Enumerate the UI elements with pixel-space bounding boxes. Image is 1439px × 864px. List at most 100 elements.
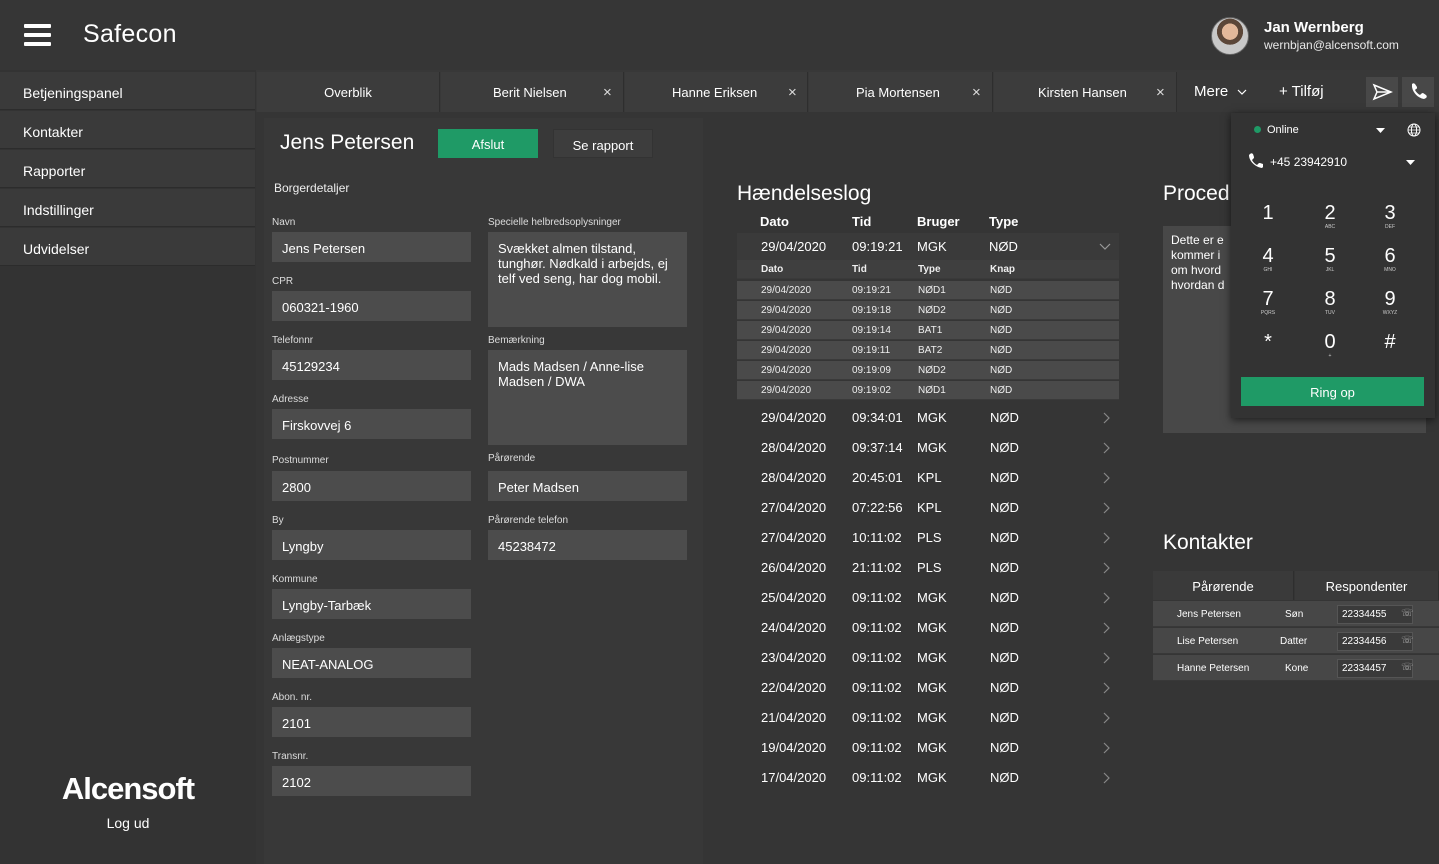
city-field[interactable]: Lyngby [272,530,471,560]
name-field[interactable]: Jens Petersen [272,232,471,262]
close-icon[interactable]: × [788,84,797,101]
dial-key[interactable]: 1 [1248,202,1288,224]
tab-kirsten-hansen[interactable]: Kirsten Hansen × [994,72,1177,112]
field-label: Adresse [272,394,309,405]
send-button[interactable] [1366,77,1398,107]
close-icon[interactable]: × [1156,84,1165,101]
address-field[interactable]: Firskovvej 6 [272,409,471,439]
dial-key[interactable]: 9 WXYZ [1370,288,1410,316]
event-row[interactable]: 21/04/2020 09:11:02 MGK NØD [737,703,1119,732]
sidebar-item-rapporter[interactable]: Rapporter [0,150,255,188]
close-icon[interactable]: × [603,84,612,101]
sidebar-item-kontakter[interactable]: Kontakter [0,111,255,149]
close-icon[interactable]: × [972,84,981,101]
event-row[interactable]: 24/04/2020 09:11:02 MGK NØD [737,613,1119,642]
dial-key[interactable]: 4 GHI [1248,245,1288,273]
dial-key-letters: + [1328,353,1332,359]
column-header-type[interactable]: Type [989,214,1018,229]
tab-hanne-eriksen[interactable]: Hanne Eriksen × [625,72,808,112]
contact-row[interactable]: Jens Petersen Søn 22334455 ☏ [1153,601,1439,627]
tab-overblik[interactable]: Overblik [257,72,440,112]
sidebar-item-betjeningspanel[interactable]: Betjeningspanel [0,72,255,110]
relative-phone-field[interactable]: 45238472 [488,530,687,560]
detail-cell: 29/04/2020 [761,345,812,356]
dial-key[interactable]: 8 TUV [1310,288,1350,316]
tab-label: Pia Mortensen [856,85,940,100]
event-row[interactable]: 27/04/2020 07:22:56 KPL NØD [737,493,1119,522]
dial-key-digit: 6 [1384,245,1396,267]
contact-phone[interactable]: 22334456 ☏ [1337,632,1414,651]
phone-number-select[interactable]: +45 23942910 [1270,155,1347,169]
end-button[interactable]: Afslut [438,129,538,158]
detail-cell: 09:19:09 [852,365,891,376]
dial-key[interactable]: 6 MNO [1370,245,1410,273]
contact-phone[interactable]: 22334457 ☏ [1337,659,1414,678]
dial-key[interactable]: * [1248,331,1288,353]
caret-down-icon[interactable] [1406,160,1415,165]
tab-pia-mortensen[interactable]: Pia Mortensen × [809,72,993,112]
event-row[interactable]: 25/04/2020 09:11:02 MGK NØD [737,583,1119,612]
more-tabs-dropdown[interactable]: Mere [1194,83,1247,100]
dial-key-letters: PQRS [1260,310,1276,316]
event-cell: 09:34:01 [852,410,903,425]
event-row[interactable]: 19/04/2020 09:11:02 MGK NØD [737,733,1119,762]
postcode-field[interactable]: 2800 [272,471,471,501]
tab-berit-nielsen[interactable]: Berit Nielsen × [441,72,624,112]
cpr-field[interactable]: 060321-1960 [272,291,471,321]
tab-responders[interactable]: Respondenter [1295,571,1439,600]
system-type-field[interactable]: NEAT-ANALOG [272,648,471,678]
status-select[interactable]: Online [1267,124,1299,136]
event-row-expanded[interactable]: 29/04/2020 09:19:21 MGK NØD [737,233,1119,262]
event-row[interactable]: 29/04/2020 09:34:01 MGK NØD [737,403,1119,432]
tab-relatives[interactable]: Pårørende [1153,571,1294,600]
detail-header-row: Dato Tid Type Knap [737,260,1119,279]
chevron-right-icon [1103,532,1110,544]
detail-row: 29/04/2020 09:19:18 NØD2 NØD [737,301,1119,320]
event-row[interactable]: 23/04/2020 09:11:02 MGK NØD [737,643,1119,672]
municipality-field[interactable]: Lyngby-Tarbæk [272,589,471,619]
avatar[interactable] [1211,17,1249,55]
caret-down-icon[interactable] [1376,128,1385,133]
contact-row[interactable]: Hanne Petersen Kone 22334457 ☏ [1153,655,1439,681]
phone-button[interactable] [1402,77,1434,107]
health-info-field[interactable]: Svækket almen tilstand, tunghør. Nødkald… [488,232,687,327]
logout-link[interactable]: Log ud [0,815,256,831]
dial-key[interactable]: # [1370,331,1410,353]
field-label: Anlægstype [272,633,325,644]
phone-field[interactable]: 45129234 [272,350,471,380]
remark-field[interactable]: Mads Madsen / Anne-lise Madsen / DWA [488,350,687,445]
event-row[interactable]: 22/04/2020 09:11:02 MGK NØD [737,673,1119,702]
sidebar-item-udvidelser[interactable]: Udvidelser [0,228,255,266]
event-row[interactable]: 26/04/2020 21:11:02 PLS NØD [737,553,1119,582]
contact-row[interactable]: Lise Petersen Datter 22334456 ☏ [1153,628,1439,654]
event-row[interactable]: 27/04/2020 10:11:02 PLS NØD [737,523,1119,552]
contact-phone[interactable]: 22334455 ☏ [1337,605,1414,624]
column-header-date[interactable]: Dato [760,214,789,229]
hamburger-menu-icon[interactable] [24,24,51,46]
dial-key[interactable]: 0 + [1310,331,1350,359]
dial-key[interactable]: 3 DEF [1370,202,1410,230]
call-button[interactable]: Ring op [1241,377,1424,406]
event-row[interactable]: 28/04/2020 09:37:14 MGK NØD [737,433,1119,462]
dial-key[interactable]: 7 PQRS [1248,288,1288,316]
event-cell: NØD [990,500,1019,515]
column-header-time[interactable]: Tid [852,214,871,229]
event-cell: PLS [917,530,942,545]
subscription-number-field[interactable]: 2101 [272,707,471,737]
globe-icon[interactable] [1407,123,1421,137]
detail-cell: Knap [990,264,1015,275]
view-report-button[interactable]: Se rapport [553,129,653,158]
dial-key[interactable]: 5 JKL [1310,245,1350,273]
event-row[interactable]: 17/04/2020 09:11:02 MGK NØD [737,763,1119,792]
column-header-user[interactable]: Bruger [917,214,960,229]
contact-phone-number: 22334456 [1342,636,1387,647]
transaction-number-field[interactable]: 2102 [272,766,471,796]
event-row[interactable]: 28/04/2020 20:45:01 KPL NØD [737,463,1119,492]
event-cell: 09:37:14 [852,440,903,455]
sidebar-item-indstillinger[interactable]: Indstillinger [0,189,255,227]
dial-key[interactable]: 2 ABC [1310,202,1350,230]
detail-cell: BAT1 [918,325,943,336]
relative-field[interactable]: Peter Madsen [488,471,687,501]
detail-cell: NØD [990,345,1013,356]
add-tab-button[interactable]: + Tilføj [1279,83,1324,100]
